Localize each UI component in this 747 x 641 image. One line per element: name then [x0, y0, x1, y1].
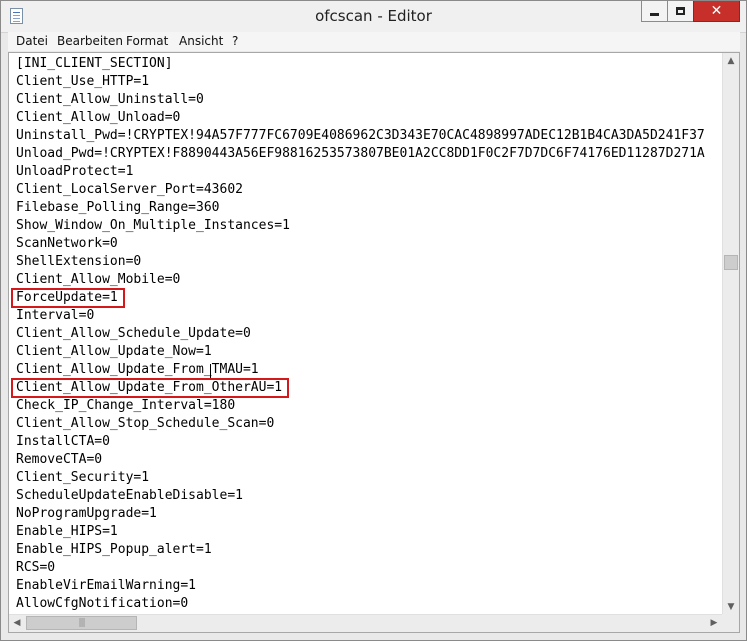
text-line: ScanNetwork=0	[16, 236, 118, 251]
text-line: Uninstall_Pwd=!CRYPTEX!94A57F777FC6709E4…	[16, 128, 705, 143]
minimize-button[interactable]	[641, 1, 668, 22]
text-line: Filebase_Polling_Range=360	[16, 200, 220, 215]
text-editor[interactable]: [INI_CLIENT_SECTION] Client_Use_HTTP=1 Cli…	[8, 52, 740, 633]
highlight-box	[11, 378, 289, 398]
text-line: Enable_HIPS=1	[16, 524, 118, 539]
menu-format[interactable]: Format	[126, 34, 168, 48]
text-line: [INI_CLIENT_SECTION]	[16, 56, 173, 71]
highlight-box	[11, 288, 125, 308]
menu-help[interactable]: ?	[232, 34, 238, 48]
close-icon: ✕	[710, 3, 723, 19]
text-line: InstallCTA=0	[16, 434, 110, 449]
scroll-right-icon[interactable]: ▶	[706, 615, 722, 631]
close-button[interactable]: ✕	[693, 1, 740, 22]
text-line: EnableVirEmailWarning=1	[16, 578, 197, 593]
text-line: ScheduleUpdateEnableDisable=1	[16, 488, 243, 503]
text-line: Show_Window_On_Multiple_Instances=1	[16, 218, 290, 233]
text-line: Client_Security=1	[16, 470, 150, 485]
text-line: Check_IP_Change_Interval=180	[16, 398, 236, 413]
text-line: Client_Allow_Mobile=0	[16, 272, 181, 287]
text-line: ShellExtension=0	[16, 254, 142, 269]
text-line: Client_Allow_Schedule_Update=0	[16, 326, 251, 341]
maximize-button[interactable]	[667, 1, 694, 22]
text-line: Client_Use_HTTP=1	[16, 74, 150, 89]
menu-ansicht[interactable]: Ansicht	[179, 34, 223, 48]
minimize-icon	[650, 12, 659, 16]
text-line: RemoveCTA=0	[16, 452, 103, 467]
vertical-scrollbar[interactable]: ▲ ▼	[722, 53, 739, 615]
menu-datei[interactable]: Datei	[16, 34, 48, 48]
title-bar[interactable]: ofcscan - Editor ✕	[1, 1, 746, 33]
text-line: Client_LocalServer_Port=43602	[16, 182, 243, 197]
vertical-scroll-thumb[interactable]	[724, 255, 738, 270]
scroll-left-icon[interactable]: ◀	[9, 615, 25, 631]
text-line: Interval=0	[16, 308, 95, 323]
text-line: AllowCfgNotification=0	[16, 596, 189, 611]
horizontal-scroll-thumb[interactable]: |||	[26, 616, 137, 630]
text-area[interactable]: [INI_CLIENT_SECTION] Client_Use_HTTP=1 Cli…	[9, 53, 722, 615]
text-line: Client_Allow_Stop_Schedule_Scan=0	[16, 416, 275, 431]
text-line: RCS=0	[16, 560, 56, 575]
scroll-up-icon[interactable]: ▲	[723, 53, 739, 69]
horizontal-scrollbar[interactable]: ◀ ||| ▶	[9, 614, 722, 632]
menu-bearbeiten[interactable]: Bearbeiten	[57, 34, 123, 48]
scroll-down-icon[interactable]: ▼	[723, 599, 739, 615]
text-line: Client_Allow_Update_From_TMAU=1	[16, 362, 259, 377]
text-line: Unload_Pwd=!CRYPTEX!F8890443A56EF9881625…	[16, 146, 705, 161]
text-line: Client_Allow_Unload=0	[16, 110, 181, 125]
menu-bar: Datei Bearbeiten Format Ansicht ?	[8, 32, 740, 51]
text-line: NoProgramUpgrade=1	[16, 506, 157, 521]
text-line: UnloadProtect=1	[16, 164, 134, 179]
grip-icon: |||	[78, 618, 85, 628]
window-title: ofcscan - Editor	[315, 7, 432, 25]
scrollbar-corner	[722, 614, 739, 632]
editor-window: ofcscan - Editor ✕ Datei Bearbeiten Form…	[0, 0, 747, 641]
text-line: Enable_HIPS_Popup_alert=1	[16, 542, 212, 557]
text-line: Client_Allow_Uninstall=0	[16, 92, 204, 107]
text-line: Client_Allow_Update_Now=1	[16, 344, 212, 359]
maximize-icon	[676, 7, 685, 15]
